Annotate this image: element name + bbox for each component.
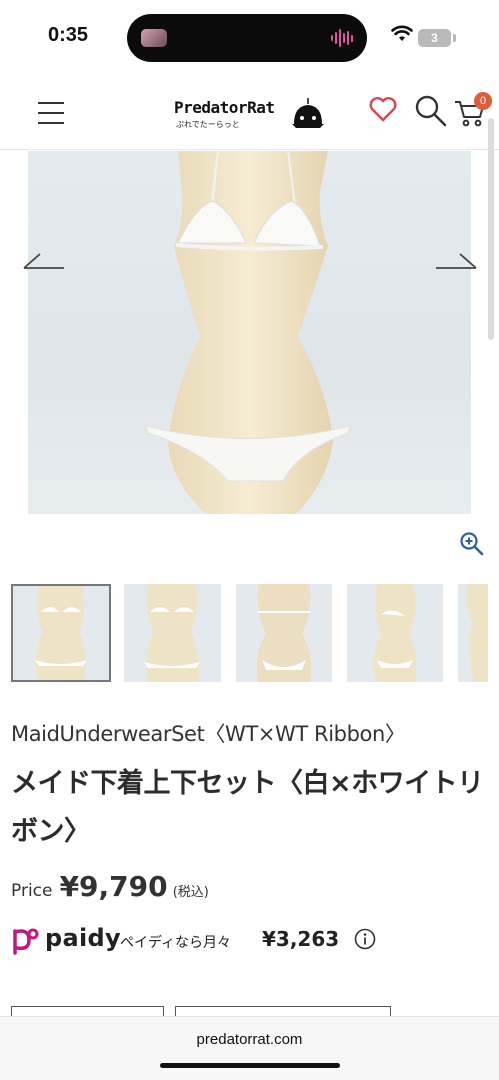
price-value: ¥9,790 [59, 870, 168, 903]
search-icon[interactable] [414, 94, 448, 128]
logo-subtext: ぷれでたーらっと [176, 120, 240, 129]
battery-tip [453, 34, 456, 42]
paidy-logo-icon [13, 928, 39, 955]
heart-icon[interactable] [368, 94, 398, 124]
cart-count-badge: 0 [474, 92, 492, 110]
arrow-left-icon[interactable] [22, 252, 66, 270]
home-indicator [160, 1063, 340, 1068]
price-tax-note: (税込) [172, 885, 209, 900]
paidy-monthly-text: ペイディなら月々 [120, 935, 232, 951]
wifi-icon [391, 25, 413, 41]
url-text[interactable]: predatorrat.com [0, 1031, 499, 1048]
product-main-image[interactable] [28, 151, 471, 514]
product-thumbnail[interactable] [236, 584, 332, 682]
zoom-in-icon[interactable] [459, 531, 485, 557]
status-bar: 0:35 3 [0, 0, 499, 76]
dynamic-island [127, 14, 367, 62]
info-icon[interactable] [354, 928, 376, 950]
menu-icon[interactable] [38, 102, 64, 124]
browser-url-bar[interactable]: predatorrat.com [0, 1016, 499, 1080]
site-header: PredatorRat ぷれでたーらっと 0 [0, 76, 499, 150]
page-scrollbar[interactable] [488, 118, 494, 340]
product-title-jp: メイド下着上下セット〈白×ホワイトリボン〉 [11, 768, 484, 847]
paidy-installment-row: paidy ペイディなら月々 ¥3,263 [9, 922, 489, 962]
audio-wave-icon [331, 28, 353, 48]
paidy-wordmark: paidy [45, 924, 121, 952]
product-thumbnail[interactable] [458, 584, 488, 682]
logo-text: PredatorRat [174, 98, 275, 117]
option-button[interactable] [11, 1006, 164, 1016]
site-logo[interactable]: PredatorRat ぷれでたーらっと [172, 92, 328, 136]
status-time: 0:35 [48, 24, 89, 46]
product-title-en: MaidUnderwearSet〈WT×WT Ribbon〉 [11, 722, 406, 746]
product-thumbnail[interactable] [347, 584, 443, 682]
arrow-right-icon[interactable] [434, 252, 478, 270]
product-thumbnail[interactable] [124, 584, 221, 682]
price-label: Price [11, 881, 53, 901]
paidy-monthly-amount: ¥3,263 [262, 927, 340, 951]
mannequin-photo [145, 151, 351, 514]
now-playing-artwork [141, 29, 167, 47]
rat-logo-icon [292, 98, 324, 128]
price-row: Price ¥9,790 (税込) [11, 870, 209, 910]
product-thumbnail[interactable] [11, 584, 111, 682]
option-button[interactable] [175, 1006, 391, 1016]
battery-indicator: 3 [418, 29, 451, 47]
